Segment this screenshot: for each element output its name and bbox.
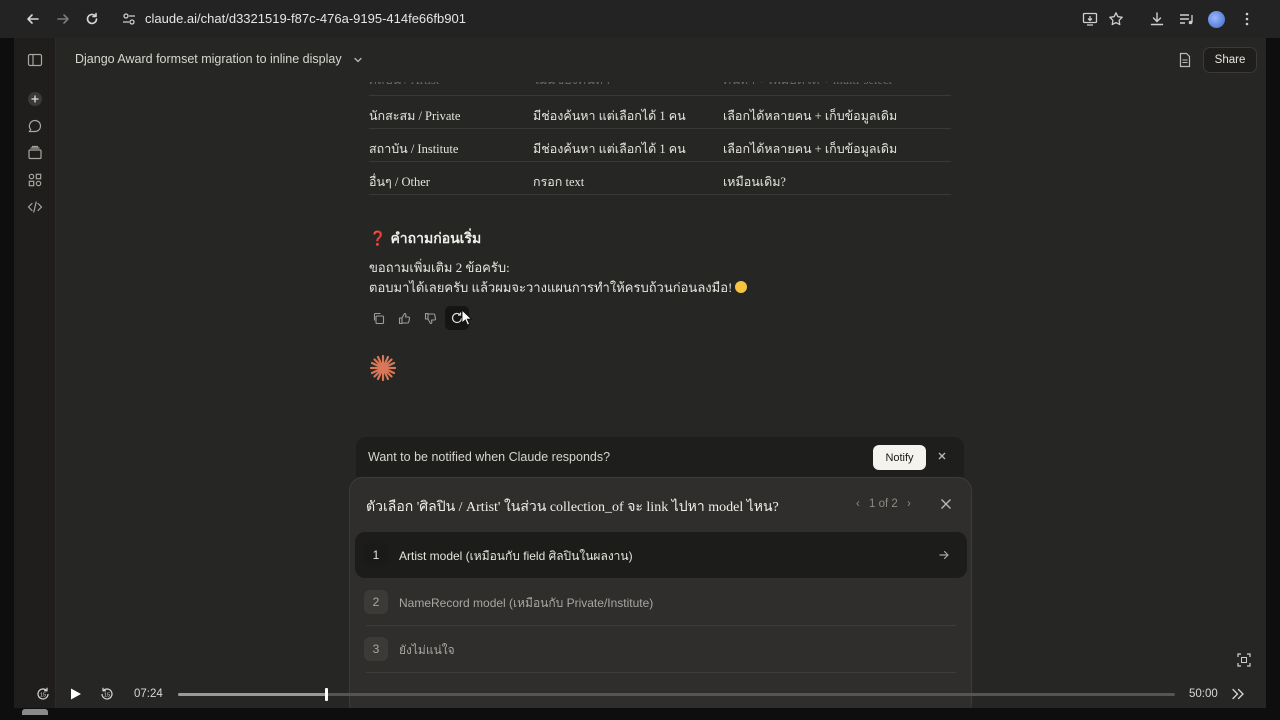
url-text[interactable]: claude.ai/chat/d3321519-f87c-476a-9195-4… — [145, 11, 466, 26]
table-cell: ไม่มีช่องค้นหา — [533, 82, 610, 90]
claude-app: Django Award formset migration to inline… — [14, 38, 1266, 708]
current-time: 07:24 — [134, 688, 163, 700]
message-line-text: ตอบมาได้เลยครับ แล้วผมจะวางแผนการทำให้คร… — [369, 280, 733, 295]
chevron-down-icon[interactable] — [352, 54, 364, 66]
table-row: สถาบัน / Institute มีช่องค้นหา แต่เลือกไ… — [369, 129, 951, 162]
message-line: ขอถามเพิ่มเติม 2 ข้อครับ: — [369, 260, 510, 275]
close-icon[interactable] — [940, 498, 952, 510]
table-cell: เลือกได้หลายคน + เก็บข้อมูลเดิม — [723, 109, 898, 123]
mouse-cursor-icon — [461, 309, 473, 326]
chat-header: Django Award formset migration to inline… — [56, 38, 1266, 82]
smile-emoji-icon — [735, 281, 748, 293]
table-cell: กรอก text — [533, 175, 585, 189]
divider — [366, 672, 956, 673]
scroll-indicator — [22, 709, 48, 715]
reload-icon[interactable] — [82, 9, 102, 29]
share-button[interactable]: Share — [1203, 47, 1257, 73]
media-controls-icon[interactable] — [1178, 11, 1194, 27]
table-row: ศิลปิน / Artist ไม่มีช่องค้นหา ค้นหา + เ… — [369, 82, 951, 96]
back-arrow-icon[interactable] — [23, 9, 43, 29]
document-icon[interactable] — [1178, 52, 1192, 68]
new-chat-icon[interactable] — [27, 91, 43, 107]
notify-banner: Want to be notified when Claude responds… — [356, 437, 964, 477]
video-controls: 15 15 07:24 50:00 — [0, 678, 1280, 720]
table-cell: ศิลปิน / Artist — [369, 82, 439, 90]
option-label: Artist model (เหมือนกับ field ศิลปินในผล… — [399, 549, 633, 563]
profile-avatar[interactable] — [1208, 11, 1225, 28]
forward-arrow-icon[interactable] — [53, 9, 73, 29]
duration: 50:00 — [1189, 688, 1218, 700]
table-row: นักสะสม / Private มีช่องค้นหา แต่เลือกได… — [369, 96, 951, 129]
pager-text: 1 of 2 — [869, 498, 898, 510]
table-cell: มีช่องค้นหา แต่เลือกได้ 1 คน — [533, 142, 686, 156]
bookmark-star-icon[interactable] — [1108, 11, 1124, 27]
svg-text:15: 15 — [104, 692, 110, 698]
option-number: 2 — [364, 590, 388, 614]
claude-spark-icon — [369, 354, 397, 382]
question-mark-icon: ❓ — [369, 232, 387, 247]
code-icon[interactable] — [27, 199, 43, 215]
table-cell: อื่นๆ / Other — [369, 175, 430, 189]
comparison-table: ศิลปิน / Artist ไม่มีช่องค้นหา ค้นหา + เ… — [369, 82, 951, 195]
prev-chevron-icon[interactable]: ‹ — [856, 498, 860, 510]
question-title: ตัวเลือก 'ศิลปิน / Artist' ในส่วน collec… — [366, 500, 779, 515]
sidebar — [14, 38, 56, 708]
table-cell: ค้นหา + เพิ่มอัตโต + multi-select — [723, 82, 892, 90]
close-icon[interactable] — [937, 451, 947, 461]
seek-bar[interactable] — [178, 688, 1175, 701]
forward-15-icon[interactable]: 15 — [99, 686, 115, 702]
table-cell: สถาบัน / Institute — [369, 142, 459, 156]
thumbs-down-icon[interactable] — [421, 309, 439, 327]
answer-option[interactable]: 1 Artist model (เหมือนกับ field ศิลปินใน… — [355, 532, 967, 578]
site-settings-icon[interactable] — [122, 12, 136, 26]
option-number: 3 — [364, 637, 388, 661]
install-app-icon[interactable] — [1082, 11, 1098, 27]
browser-toolbar: claude.ai/chat/d3321519-f87c-476a-9195-4… — [0, 0, 1280, 38]
thumbs-up-icon[interactable] — [395, 309, 413, 327]
table-row: อื่นๆ / Other กรอก text เหมือนเดิม? — [369, 162, 951, 195]
copy-icon[interactable] — [369, 309, 387, 327]
projects-icon[interactable] — [27, 145, 43, 161]
sidebar-toggle-icon[interactable] — [27, 52, 43, 68]
play-icon[interactable] — [67, 686, 83, 702]
conversation-title[interactable]: Django Award formset migration to inline… — [75, 52, 342, 66]
table-cell: มีช่องค้นหา แต่เลือกได้ 1 คน — [533, 109, 686, 123]
message-line: ตอบมาได้เลยครับ แล้วผมจะวางแผนการทำให้คร… — [369, 277, 748, 298]
artifacts-icon[interactable] — [27, 172, 43, 188]
table-cell: เหมือนเดิม? — [723, 175, 786, 189]
table-cell: นักสะสม / Private — [369, 109, 461, 123]
arrow-right-icon — [939, 550, 949, 560]
next-chevron-icon[interactable]: › — [907, 498, 911, 510]
rewind-15-icon[interactable]: 15 — [35, 686, 51, 702]
option-label: ยังไม่แน่ใจ — [399, 643, 455, 657]
answer-option[interactable]: 3 ยังไม่แน่ใจ — [355, 626, 967, 672]
notify-text: Want to be notified when Claude responds… — [368, 450, 611, 464]
screenshot-icon[interactable] — [1237, 653, 1251, 667]
table-cell: เลือกได้หลายคน + เก็บข้อมูลเดิม — [723, 142, 898, 156]
svg-text:15: 15 — [40, 692, 46, 698]
seek-bar-progress — [178, 693, 326, 696]
question-pager: ‹ 1 of 2 › — [856, 498, 911, 510]
skip-forward-icon[interactable] — [1230, 686, 1246, 702]
seek-handle[interactable] — [325, 688, 328, 701]
notify-button[interactable]: Notify — [873, 445, 926, 470]
questions-heading: ❓ คำถามก่อนเริ่ม — [369, 228, 481, 250]
questions-heading-text: คำถามก่อนเริ่ม — [390, 232, 482, 247]
option-label: NameRecord model (เหมือนกับ Private/Inst… — [399, 596, 654, 610]
download-icon[interactable] — [1149, 11, 1165, 27]
chats-icon[interactable] — [27, 118, 43, 134]
chat-content: ศิลปิน / Artist ไม่มีช่องค้นหา ค้นหา + เ… — [56, 82, 1266, 708]
option-number: 1 — [364, 543, 388, 567]
question-panel: ตัวเลือก 'ศิลปิน / Artist' ในส่วน collec… — [349, 477, 972, 708]
answer-option[interactable]: 2 NameRecord model (เหมือนกับ Private/In… — [355, 579, 967, 625]
browser-menu-icon[interactable] — [1239, 11, 1255, 27]
